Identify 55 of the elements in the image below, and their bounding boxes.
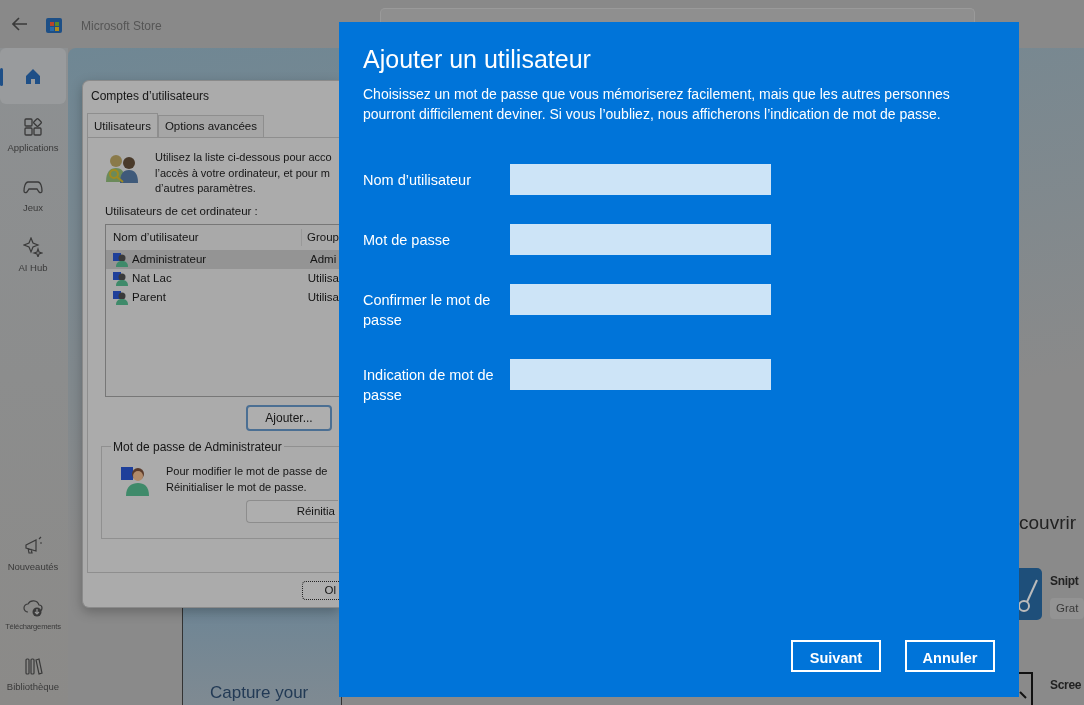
table-cell-text: Utilisa xyxy=(306,289,339,305)
crop-icon xyxy=(1019,672,1033,705)
users-icon xyxy=(105,152,139,184)
intro-text: Utilisez la liste ci-dessous pour acco l’accès à votre ordinateur, et pour m d’autres paramètres. xyxy=(155,150,332,196)
dialog-title: Ajouter un utilisateur xyxy=(363,44,591,74)
nav-label[interactable]: Bibliothèque xyxy=(6,679,60,695)
sparkle-icon[interactable] xyxy=(23,236,43,257)
cancel-button[interactable]: Annuler xyxy=(905,640,995,672)
table-cell-text: Parent xyxy=(132,289,166,305)
nav-label[interactable]: Jeux xyxy=(22,200,44,216)
table-cell-text: Admi xyxy=(309,251,337,267)
field-label: Indication de mot de passe xyxy=(363,366,495,405)
field-label: Nom d’utilisateur xyxy=(363,171,472,190)
input-field[interactable] xyxy=(510,359,771,390)
banner-title: Capture your xyxy=(210,683,309,703)
tab[interactable]: Options avancées xyxy=(157,114,264,137)
next-button[interactable]: Suivant xyxy=(791,640,881,672)
user-icon xyxy=(112,251,128,268)
price-tag: Grat xyxy=(1050,598,1084,620)
section-heading: couvrir xyxy=(1019,511,1076,535)
nav-label[interactable]: AI Hub xyxy=(18,260,48,276)
table-cell-text: Utilisa xyxy=(306,270,339,286)
cloud-download-icon[interactable] xyxy=(23,597,43,618)
group-text: Pour modifier le mot de passe de Réinitialiser le mot de passe. xyxy=(166,463,328,495)
reset-button[interactable]: Réinitia xyxy=(246,499,338,523)
input-field[interactable] xyxy=(510,224,771,255)
app-name[interactable]: Snipt xyxy=(1050,572,1079,590)
user-icon xyxy=(112,289,128,306)
app-name[interactable]: Scree xyxy=(1050,676,1082,694)
field-label: Confirmer le mot de passe xyxy=(363,291,492,330)
books-icon[interactable] xyxy=(23,655,43,676)
nav-label[interactable]: Applications xyxy=(7,140,59,156)
store-logo-icon xyxy=(45,15,63,33)
window-title: Comptes d’utilisateurs xyxy=(90,88,211,105)
dialog-description: Choisissez un mot de passe que vous mémoriserez facilement, mais que les autres personnes pourront difficilement deviner. Si vous l’oubliez, nous afficherons l’indication de mot de passe. xyxy=(363,85,951,124)
scissors-icon xyxy=(1019,568,1042,620)
ok-button[interactable]: Ol xyxy=(302,581,339,600)
nav-label[interactable]: Nouveautés xyxy=(7,559,59,575)
table-row[interactable]: Administrateur Admi xyxy=(106,249,339,269)
user-icon xyxy=(112,270,128,287)
home-icon[interactable] xyxy=(23,66,43,86)
search-field[interactable] xyxy=(380,8,975,22)
input-field[interactable] xyxy=(510,284,771,315)
tab[interactable]: Utilisateurs xyxy=(87,112,158,137)
back-arrow-icon[interactable] xyxy=(12,17,28,31)
table-cell-text: Administrateur xyxy=(132,251,207,267)
list-label: Utilisateurs de cet ordinateur : xyxy=(105,203,258,219)
column-header[interactable]: Group xyxy=(302,228,339,246)
field-label: Mot de passe xyxy=(363,231,452,250)
add-button[interactable]: Ajouter... xyxy=(246,404,332,431)
table-cell-text: Nat Lac xyxy=(132,270,172,286)
column-header[interactable]: Nom d’utilisateur xyxy=(106,228,303,246)
grid-icon[interactable] xyxy=(23,116,43,137)
megaphone-icon[interactable] xyxy=(23,535,43,556)
input-field[interactable] xyxy=(510,164,771,195)
